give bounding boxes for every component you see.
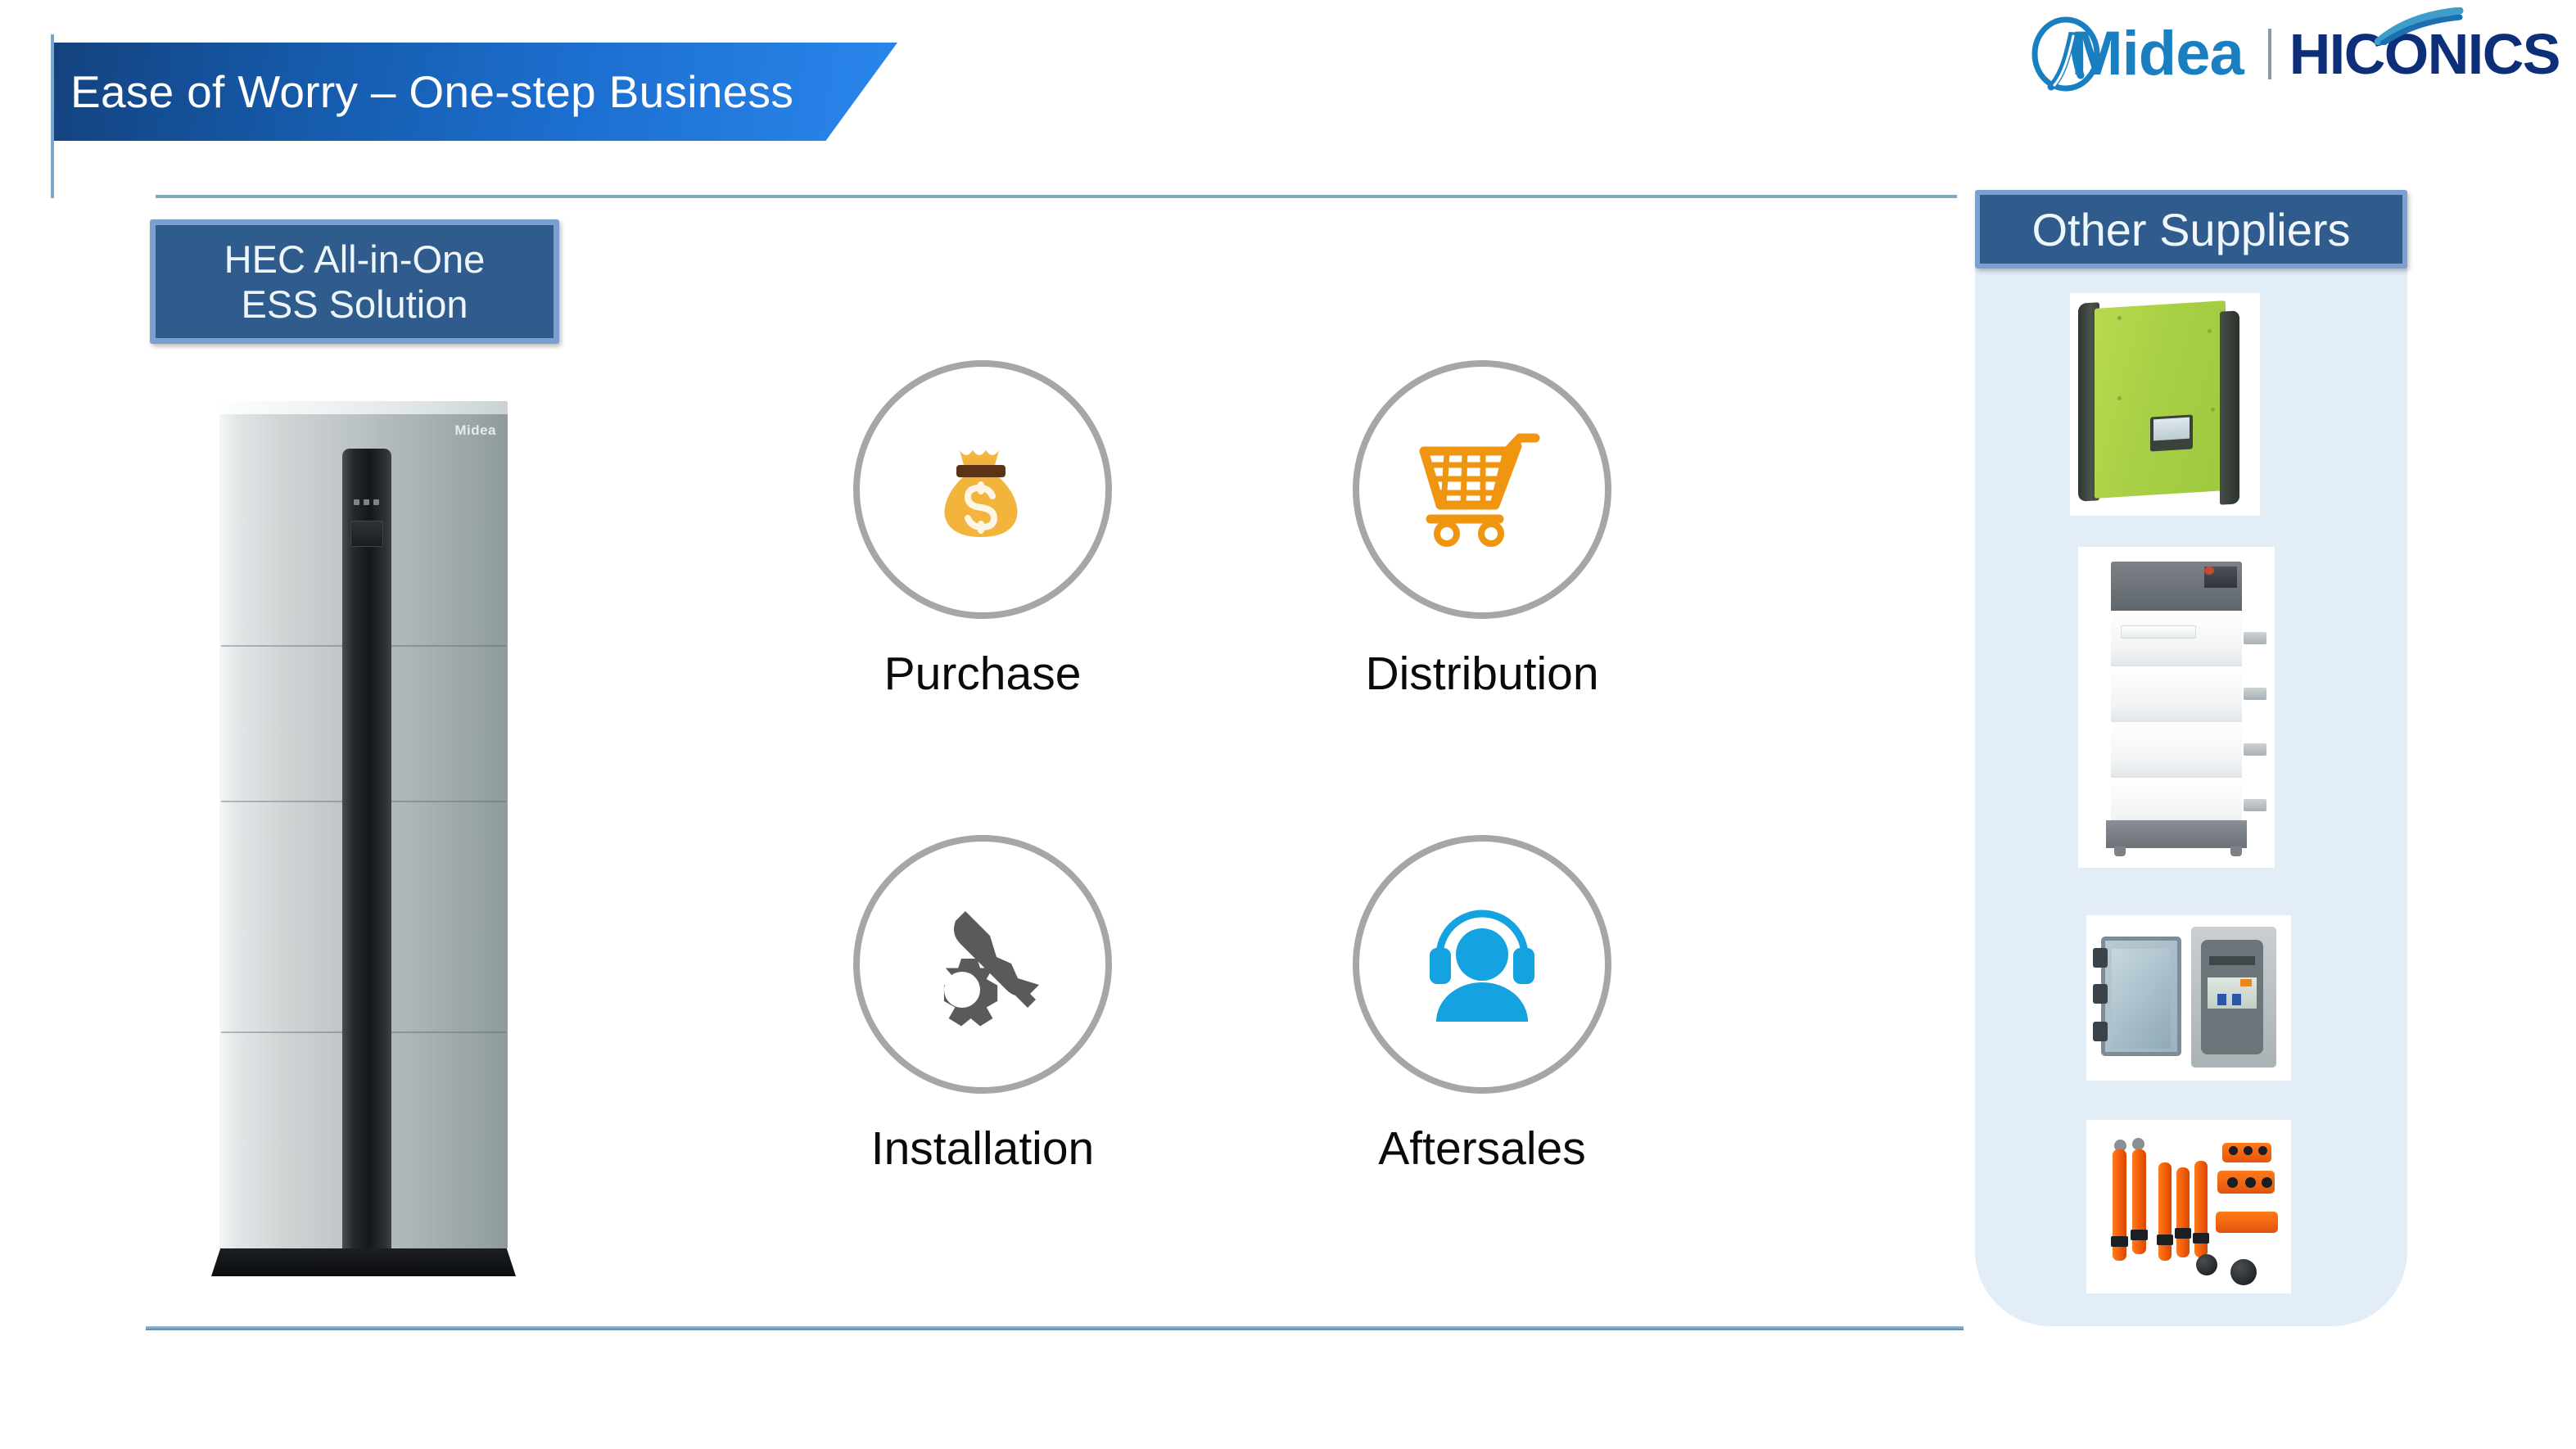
battery-control-unit bbox=[2111, 562, 2242, 611]
ess-display-panel bbox=[350, 521, 383, 547]
ess-indicator-led bbox=[354, 499, 359, 505]
connector-pin bbox=[2258, 1146, 2267, 1155]
inverter-display bbox=[2150, 414, 2193, 452]
title-banner: Ease of Worry – One-step Business bbox=[54, 43, 897, 141]
inverter-display-screen bbox=[2153, 417, 2190, 441]
cable-band bbox=[2131, 1230, 2148, 1240]
ess-product-label: HEC All-in-One ESS Solution bbox=[150, 219, 559, 344]
combiner-box-breaker bbox=[2232, 994, 2241, 1005]
process-step-purchase[interactable]: Purchase bbox=[843, 360, 1122, 701]
hiconics-arc-icon bbox=[2374, 7, 2465, 49]
combiner-box-window bbox=[2112, 949, 2171, 1049]
shopping-cart-icon bbox=[1412, 427, 1552, 553]
connector-pin bbox=[2245, 1177, 2256, 1188]
process-step-aftersales[interactable]: Aftersales bbox=[1343, 835, 1621, 1176]
combiner-box-breaker bbox=[2217, 994, 2226, 1005]
connector-cap bbox=[2230, 1259, 2257, 1285]
battery-side-handle bbox=[2244, 632, 2266, 644]
process-circle bbox=[1353, 360, 1611, 619]
combiner-box-interior bbox=[2201, 940, 2263, 1054]
process-label: Aftersales bbox=[1378, 1122, 1586, 1175]
cable-band bbox=[2111, 1236, 2128, 1247]
process-circle bbox=[853, 360, 1112, 619]
combiner-box-door bbox=[2101, 937, 2181, 1056]
combiner-box-label bbox=[2209, 956, 2255, 965]
title-accent-bar bbox=[51, 34, 54, 198]
process-step-distribution[interactable]: Distribution bbox=[1343, 360, 1621, 701]
connector-pin bbox=[2262, 1177, 2272, 1188]
battery-side-handle bbox=[2244, 688, 2266, 700]
cable-lug bbox=[2132, 1138, 2144, 1150]
connector-pin bbox=[2229, 1146, 2238, 1155]
connector-pin bbox=[2244, 1146, 2253, 1155]
other-suppliers-title: Other Suppliers bbox=[2031, 203, 2351, 255]
process-circle bbox=[1353, 835, 1611, 1094]
battery-module bbox=[2111, 666, 2242, 722]
connector-cap bbox=[2196, 1254, 2217, 1275]
ess-brand-mark: Midea bbox=[454, 422, 496, 438]
combiner-box-switch bbox=[2240, 979, 2252, 986]
other-suppliers-header: Other Suppliers bbox=[1975, 190, 2407, 269]
supplier-thumb-green-inverter[interactable] bbox=[2070, 293, 2260, 516]
supplier-thumb-battery-tower[interactable] bbox=[2078, 547, 2275, 868]
footer-divider bbox=[146, 1326, 1964, 1330]
process-circle bbox=[853, 835, 1112, 1094]
slide-canvas: Ease of Worry – One-step Business Midea … bbox=[0, 0, 2576, 1449]
ess-cabinet-image: Midea bbox=[211, 401, 516, 1277]
battery-handle bbox=[2121, 625, 2196, 639]
cable-strand bbox=[2158, 1162, 2172, 1261]
combiner-box-hinge bbox=[2093, 948, 2108, 968]
combiner-box-hinge bbox=[2093, 984, 2108, 1004]
logo-hiconics-wrap: HICONICS bbox=[2289, 7, 2561, 83]
inverter-screw bbox=[2117, 316, 2122, 320]
cable-strand bbox=[2176, 1167, 2190, 1257]
battery-side-handle bbox=[2244, 799, 2266, 811]
ess-indicator-led bbox=[364, 499, 369, 505]
cable-band bbox=[2175, 1228, 2191, 1239]
battery-module bbox=[2111, 722, 2242, 778]
ess-control-strip bbox=[342, 449, 391, 1248]
ess-label-line-2: ESS Solution bbox=[241, 282, 468, 326]
cable-band bbox=[2193, 1233, 2209, 1244]
ess-cabinet-top-edge bbox=[219, 401, 508, 414]
ess-indicator-led bbox=[373, 499, 379, 505]
inverter-screw bbox=[2208, 329, 2212, 333]
money-bag-icon bbox=[917, 422, 1048, 557]
midea-swoosh-icon bbox=[2027, 15, 2105, 93]
battery-indicator bbox=[2204, 567, 2214, 575]
brand-logo: Midea HICONICS bbox=[2027, 7, 2561, 93]
ess-cabinet-base bbox=[211, 1248, 516, 1276]
gear-wrench-icon bbox=[913, 893, 1052, 1036]
battery-side-handle bbox=[2244, 743, 2266, 756]
cable-connector bbox=[2216, 1212, 2278, 1233]
process-step-installation[interactable]: Installation bbox=[843, 835, 1122, 1176]
inverter-screw bbox=[2117, 396, 2122, 400]
supplier-thumb-combiner-box[interactable] bbox=[2086, 915, 2291, 1081]
logo-separator bbox=[2267, 29, 2271, 79]
inverter-heatsink-right bbox=[2220, 310, 2239, 505]
ess-label-line-1: HEC All-in-One bbox=[224, 237, 486, 281]
header-divider bbox=[156, 195, 1957, 198]
combiner-box-hinge bbox=[2093, 1022, 2108, 1041]
cable-band bbox=[2157, 1235, 2173, 1245]
battery-foot bbox=[2230, 846, 2242, 856]
process-label: Installation bbox=[870, 1122, 1095, 1175]
battery-base bbox=[2106, 820, 2247, 848]
page-title: Ease of Worry – One-step Business bbox=[70, 66, 794, 117]
inverter-body bbox=[2095, 300, 2226, 499]
supplier-thumb-cable-harness[interactable] bbox=[2086, 1120, 2291, 1293]
support-agent-icon bbox=[1415, 897, 1550, 1032]
battery-foot bbox=[2114, 846, 2126, 856]
combiner-box-enclosure bbox=[2191, 927, 2276, 1068]
inverter-screw bbox=[2211, 408, 2215, 412]
process-label: Distribution bbox=[1365, 648, 1599, 700]
process-label: Purchase bbox=[884, 648, 1082, 700]
battery-module bbox=[2111, 611, 2242, 666]
connector-pin bbox=[2227, 1177, 2238, 1188]
